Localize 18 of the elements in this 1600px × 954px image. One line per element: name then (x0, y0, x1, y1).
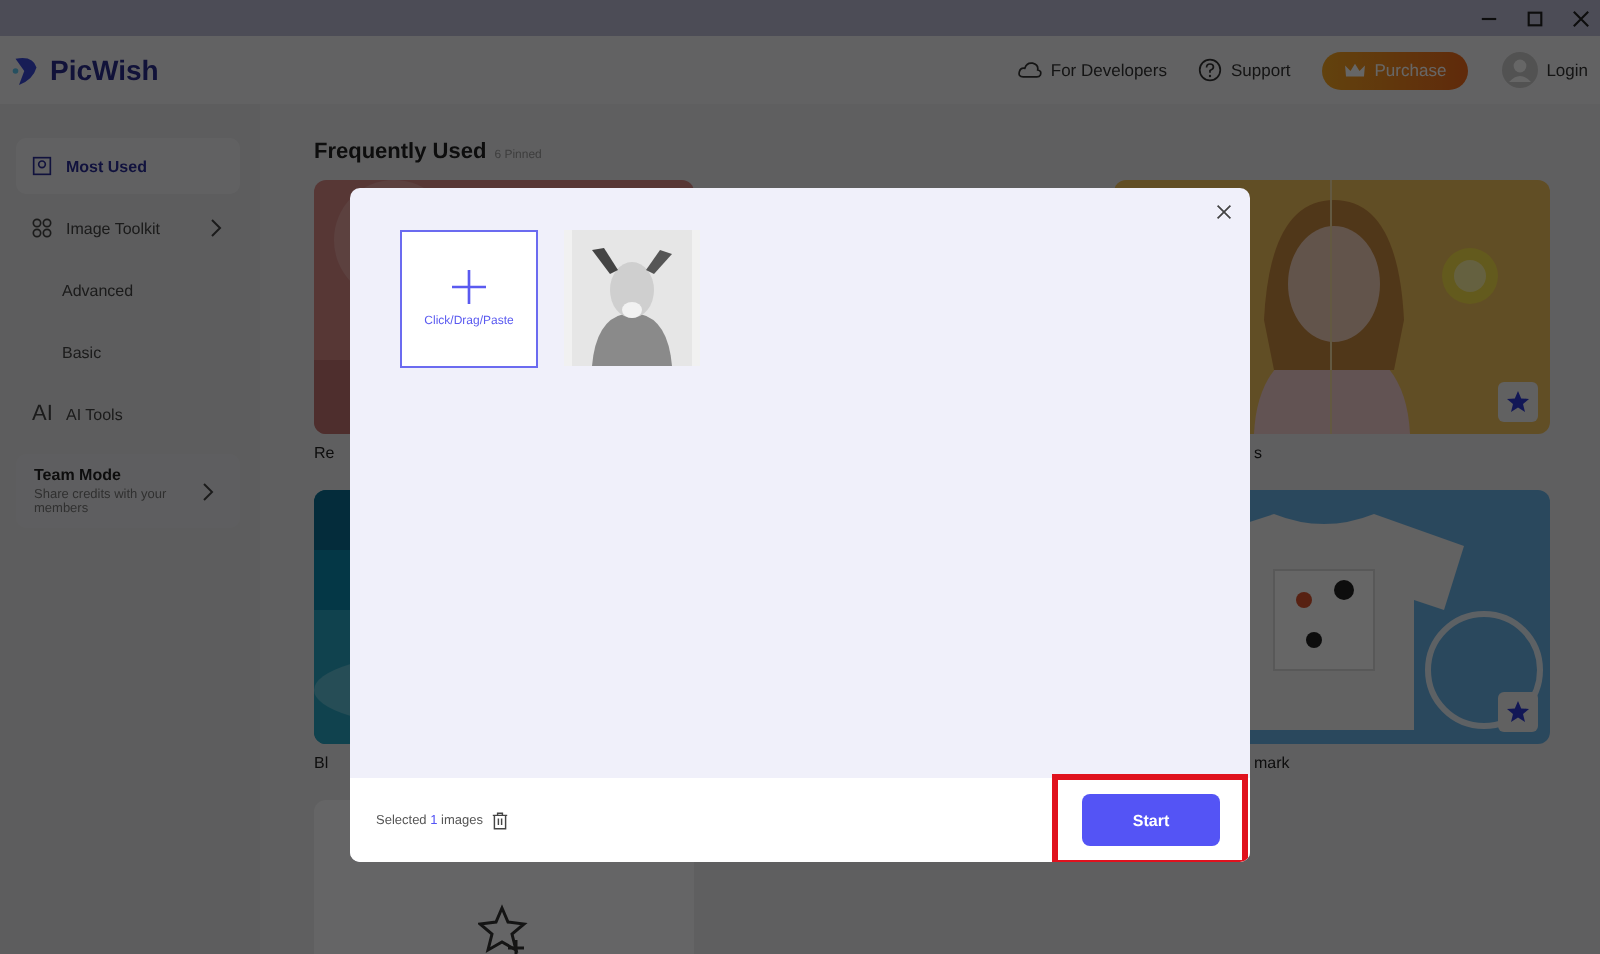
section-title: Frequently Used (314, 140, 487, 164)
team-mode-title: Team Mode (34, 466, 123, 484)
card-label: s (1254, 444, 1262, 462)
start-button[interactable]: Start (1082, 794, 1220, 846)
sidebar-subitem[interactable]: Basic (16, 324, 240, 380)
sidebar-subitem[interactable]: Advanced (16, 262, 240, 318)
sidebar-item[interactable]: Image Toolkit (16, 200, 240, 256)
header-link[interactable]: For Developers (1018, 58, 1167, 82)
sidebar-item[interactable]: AI AI Tools (16, 386, 240, 442)
header-link[interactable]: Support (1198, 58, 1291, 82)
card-label: mark (1254, 754, 1290, 772)
ai-label: AI (32, 402, 52, 426)
login-link[interactable]: Login (1546, 60, 1588, 80)
sidebar-item[interactable]: Most Used (16, 138, 240, 194)
app-name: PicWish (50, 54, 159, 86)
card-label: Bl (314, 754, 329, 772)
purchase-button[interactable]: Purchase (1322, 51, 1469, 89)
card-label: Re (314, 444, 335, 462)
